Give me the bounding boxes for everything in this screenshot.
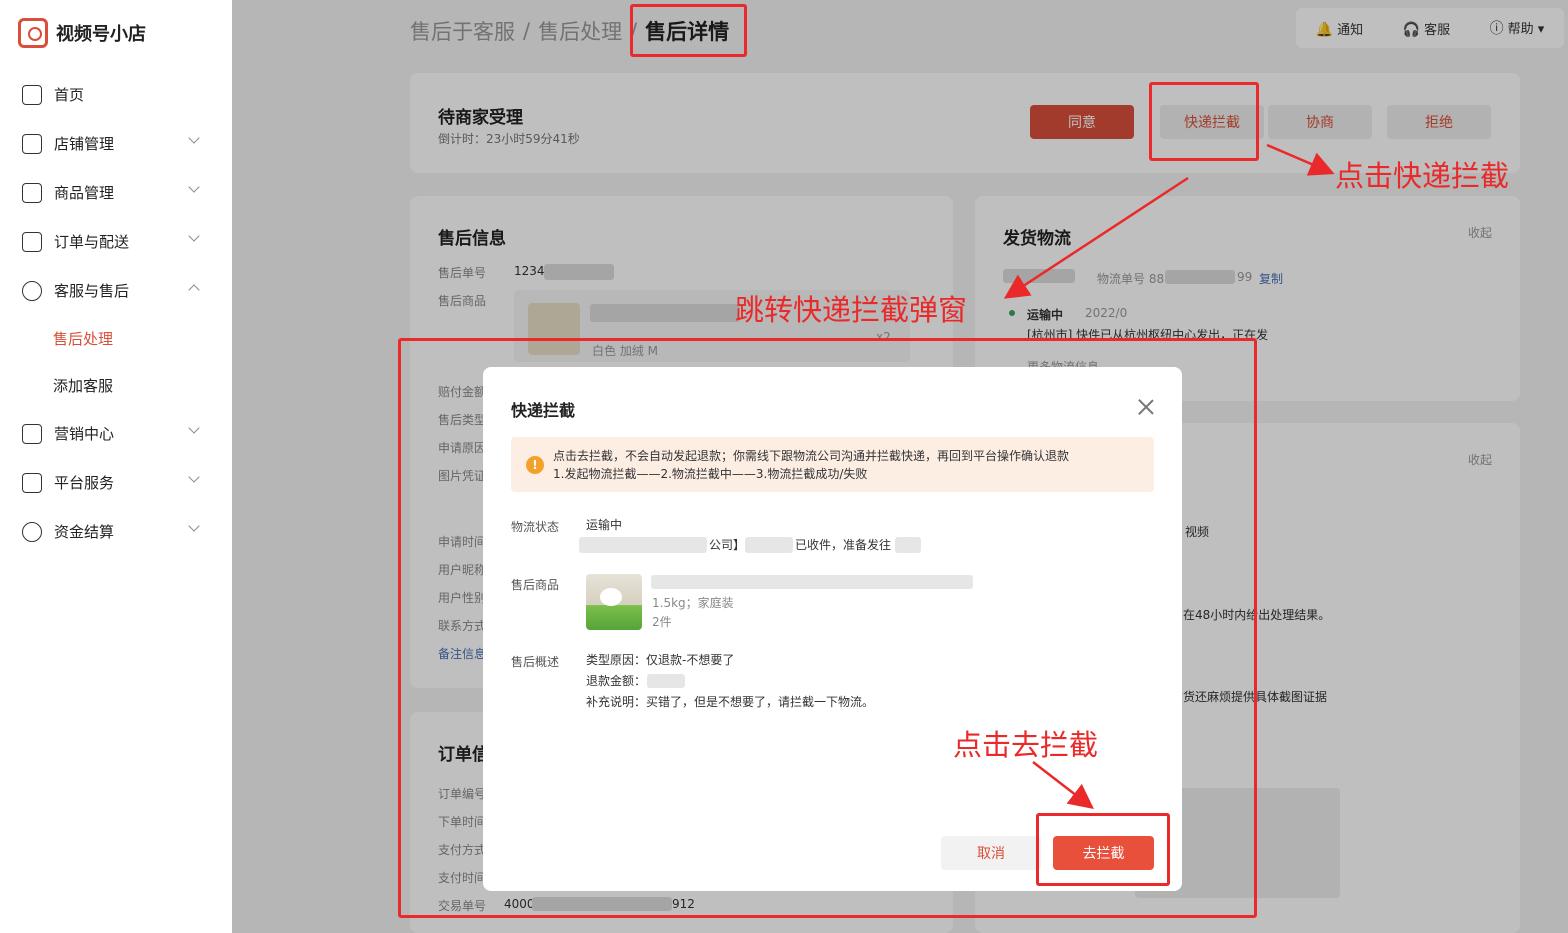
annotation-box-intercept xyxy=(1149,82,1259,161)
sidebar-item-store[interactable]: 店铺管理 xyxy=(0,119,232,168)
sidebar-item-label: 商品管理 xyxy=(54,184,115,202)
chevron-down-icon xyxy=(188,230,200,242)
brand-name: 视频号小店 xyxy=(56,24,146,45)
sidebar-item-orders[interactable]: 订单与配送 xyxy=(0,217,232,266)
store-icon xyxy=(22,133,42,154)
annotation-box-breadcrumb xyxy=(630,4,747,57)
chevron-down-icon xyxy=(188,520,200,532)
annotation-box-confirm xyxy=(1036,813,1170,886)
sidebar-item-platform[interactable]: 平台服务 xyxy=(0,458,232,507)
sidebar-item-label: 营销中心 xyxy=(54,425,115,443)
order-icon xyxy=(22,231,42,252)
chevron-up-icon xyxy=(188,284,200,296)
sidebar-item-marketing[interactable]: 营销中心 xyxy=(0,409,232,458)
sidebar-item-label: 平台服务 xyxy=(54,474,115,492)
sidebar-subitem-add-service[interactable]: 添加客服 xyxy=(0,362,232,409)
headset-icon xyxy=(22,280,42,301)
sidebar-item-label: 资金结算 xyxy=(54,523,115,541)
sidebar-item-label: 订单与配送 xyxy=(54,233,130,251)
sidebar-subitem-aftersale[interactable]: 售后处理 xyxy=(0,315,232,362)
chevron-down-icon xyxy=(188,132,200,144)
chevron-down-icon xyxy=(188,181,200,193)
sidebar-nav: 首页 店铺管理 商品管理 订单与配送 客服与售后 售后处理 添加客服 营销中心 … xyxy=(0,70,232,556)
yuan-icon xyxy=(22,521,42,542)
sidebar: 视频号小店 首页 店铺管理 商品管理 订单与配送 客服与售后 售后处理 添加客服… xyxy=(0,0,232,933)
sidebar-item-label: 首页 xyxy=(54,86,85,104)
sidebar-item-label: 客服与售后 xyxy=(54,282,130,300)
chevron-down-icon xyxy=(188,422,200,434)
annotation-text: 点击快递拦截 xyxy=(1335,159,1510,193)
service-icon xyxy=(22,472,42,493)
shop-logo-icon xyxy=(18,18,48,48)
sidebar-item-service[interactable]: 客服与售后 xyxy=(0,266,232,315)
annotation-text: 跳转快递拦截弹窗 xyxy=(735,293,968,327)
sidebar-item-home[interactable]: 首页 xyxy=(0,70,232,119)
sidebar-item-goods[interactable]: 商品管理 xyxy=(0,168,232,217)
sidebar-item-label: 店铺管理 xyxy=(54,135,115,153)
chevron-down-icon xyxy=(188,471,200,483)
brand[interactable]: 视频号小店 xyxy=(18,18,146,48)
home-icon xyxy=(22,84,42,105)
marketing-icon xyxy=(22,423,42,444)
annotation-text: 点击去拦截 xyxy=(953,728,1099,762)
sidebar-item-finance[interactable]: 资金结算 xyxy=(0,507,232,556)
bag-icon xyxy=(22,182,42,203)
